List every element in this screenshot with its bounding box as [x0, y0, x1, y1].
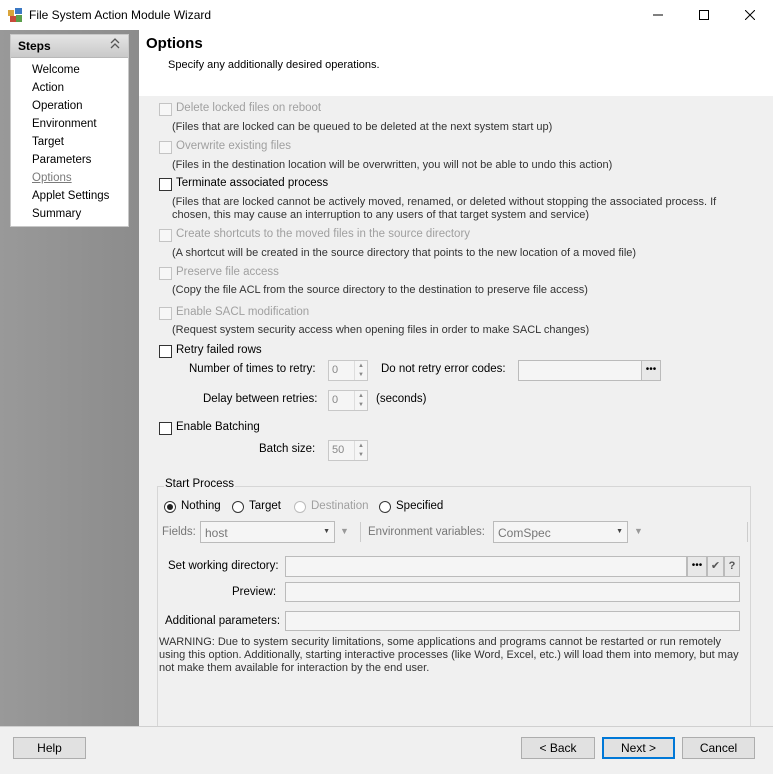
sacl-desc: (Request system security access when ope…: [172, 324, 590, 336]
next-button[interactable]: Next >: [602, 737, 675, 759]
retry-times-label: Number of times to retry:: [189, 363, 316, 375]
retry-delay-unit: (seconds): [376, 393, 427, 405]
batch-size-label: Batch size:: [259, 443, 316, 455]
insert-env-icon[interactable]: ▼: [634, 526, 643, 536]
retry-delay-spinner[interactable]: 0 ▲ ▼: [328, 390, 368, 411]
start-process-label: Start Process: [164, 478, 236, 490]
additional-params-input[interactable]: [285, 611, 740, 631]
overwrite-checkbox[interactable]: [159, 141, 172, 154]
sacl-checkbox[interactable]: [159, 307, 172, 320]
dropdown-arrow-icon: ▼: [616, 528, 623, 535]
radio-destination[interactable]: [294, 501, 306, 513]
radio-specified[interactable]: [379, 501, 391, 513]
app-icon: [8, 8, 22, 22]
insert-field-icon[interactable]: ▼: [340, 526, 349, 536]
steps-header[interactable]: Steps: [11, 35, 128, 58]
help-icon[interactable]: ?: [724, 556, 740, 577]
footer: Help < Back Next > Cancel: [0, 726, 773, 774]
steps-panel: Steps Welcome Action Operation Environme…: [10, 34, 129, 227]
sacl-label: Enable SACL modification: [176, 306, 310, 318]
step-target[interactable]: Target: [32, 136, 64, 148]
back-button[interactable]: < Back: [521, 737, 595, 759]
batch-size-spinner[interactable]: 50 ▲ ▼: [328, 440, 368, 461]
retry-label: Retry failed rows: [176, 344, 262, 356]
terminate-label: Terminate associated process: [176, 177, 329, 189]
overwrite-label: Overwrite existing files: [176, 140, 292, 152]
step-summary[interactable]: Summary: [32, 208, 81, 220]
fields-select[interactable]: host ▼: [200, 521, 335, 543]
step-welcome[interactable]: Welcome: [32, 64, 80, 76]
no-retry-codes-label: Do not retry error codes:: [381, 363, 506, 375]
minimize-button[interactable]: [635, 0, 681, 30]
warning-text: WARNING: Due to system security limitati…: [159, 636, 739, 674]
step-options[interactable]: Options: [32, 172, 72, 184]
radio-destination-label: Destination: [311, 500, 369, 512]
title-bar: File System Action Module Wizard: [0, 0, 773, 30]
retry-times-spinner[interactable]: 0 ▲ ▼: [328, 360, 368, 381]
shortcuts-checkbox[interactable]: [159, 229, 172, 242]
radio-target-label: Target: [249, 500, 281, 512]
shortcuts-label: Create shortcuts to the moved files in t…: [176, 228, 471, 240]
preserve-access-checkbox[interactable]: [159, 267, 172, 280]
step-parameters[interactable]: Parameters: [32, 154, 91, 166]
overwrite-desc: (Files in the destination location will …: [172, 159, 613, 171]
fields-label: Fields:: [162, 526, 196, 538]
close-button[interactable]: [727, 0, 773, 30]
step-applet-settings[interactable]: Applet Settings: [32, 190, 109, 202]
retry-delay-label: Delay between retries:: [203, 393, 318, 405]
step-action[interactable]: Action: [32, 82, 64, 94]
radio-target[interactable]: [232, 501, 244, 513]
retry-delay-value: 0: [332, 394, 339, 406]
batch-size-value: 50: [332, 444, 345, 456]
delete-locked-desc: (Files that are locked can be queued to …: [172, 121, 553, 133]
spinner-arrows-icon[interactable]: ▲ ▼: [354, 441, 367, 460]
additional-params-label: Additional parameters:: [165, 615, 281, 627]
maximize-button[interactable]: [681, 0, 727, 30]
options-content: Delete locked files on reboot (Files tha…: [139, 96, 773, 726]
check-icon[interactable]: ✔: [707, 556, 724, 577]
page-title: Options: [146, 35, 203, 52]
browse-button[interactable]: •••: [687, 556, 707, 577]
page-header: Options Specify any additionally desired…: [139, 30, 773, 96]
working-dir-label: Set working directory:: [168, 560, 279, 572]
spinner-arrows-icon[interactable]: ▲ ▼: [354, 391, 367, 410]
ellipsis-button[interactable]: •••: [641, 360, 661, 381]
step-environment[interactable]: Environment: [32, 118, 97, 130]
no-retry-codes-input[interactable]: [518, 360, 643, 381]
working-dir-input[interactable]: [285, 556, 687, 577]
delete-locked-checkbox[interactable]: [159, 103, 172, 116]
env-vars-select[interactable]: ComSpec ▼: [493, 521, 628, 543]
preserve-access-label: Preserve file access: [176, 266, 279, 278]
radio-nothing[interactable]: [164, 501, 176, 513]
preview-input[interactable]: [285, 582, 740, 602]
help-button[interactable]: Help: [13, 737, 86, 759]
cancel-button[interactable]: Cancel: [682, 737, 755, 759]
batching-checkbox[interactable]: [159, 422, 172, 435]
retry-checkbox[interactable]: [159, 345, 172, 358]
step-operation[interactable]: Operation: [32, 100, 83, 112]
shortcuts-desc: (A shortcut will be created in the sourc…: [172, 247, 637, 259]
page-subtitle: Specify any additionally desired operati…: [168, 59, 380, 71]
terminate-desc: (Files that are locked cannot be activel…: [172, 196, 717, 221]
divider: [747, 522, 748, 542]
window-title: File System Action Module Wizard: [29, 8, 212, 22]
steps-header-label: Steps: [18, 39, 51, 53]
delete-locked-label: Delete locked files on reboot: [176, 102, 322, 114]
preview-label: Preview:: [232, 586, 277, 598]
dropdown-arrow-icon: ▼: [323, 528, 330, 535]
retry-times-value: 0: [332, 364, 339, 376]
radio-nothing-label: Nothing: [181, 500, 221, 512]
terminate-checkbox[interactable]: [159, 178, 172, 191]
preserve-access-desc: (Copy the file ACL from the source direc…: [172, 284, 588, 296]
spinner-arrows-icon[interactable]: ▲ ▼: [354, 361, 367, 380]
env-vars-label: Environment variables:: [368, 526, 485, 538]
divider: [360, 522, 361, 542]
batching-label: Enable Batching: [176, 421, 260, 433]
radio-specified-label: Specified: [396, 500, 444, 512]
collapse-chevron-icon[interactable]: [110, 38, 120, 53]
